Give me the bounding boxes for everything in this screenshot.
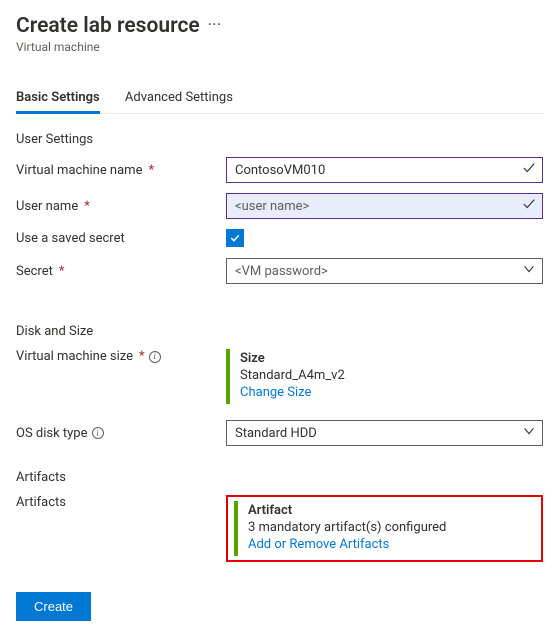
artifact-highlight: Artifact 3 mandatory artifact(s) configu… <box>226 495 543 562</box>
page-title: Create lab resource··· <box>16 14 543 38</box>
label-artifacts: Artifacts <box>16 495 226 510</box>
size-card-value: Standard_A4m_v2 <box>240 368 533 383</box>
tabs: Basic Settings Advanced Settings <box>16 84 543 114</box>
section-user-settings: User Settings <box>16 132 543 147</box>
section-disk-and-size: Disk and Size <box>16 324 543 339</box>
user-name-input[interactable]: <user name> <box>226 193 543 219</box>
chevron-down-icon <box>522 424 536 442</box>
tab-basic-settings[interactable]: Basic Settings <box>16 84 100 113</box>
vm-size-card: Size Standard_A4m_v2 Change Size <box>226 349 543 404</box>
label-os-disk-type: OS disk type i <box>16 426 226 441</box>
info-icon[interactable]: i <box>149 351 161 363</box>
artifact-card-title: Artifact <box>248 503 525 518</box>
label-user-name: User name* <box>16 199 226 214</box>
change-size-link[interactable]: Change Size <box>240 385 533 400</box>
label-vm-name: Virtual machine name* <box>16 163 226 178</box>
vm-name-input[interactable]: ContosoVM010 <box>226 157 543 183</box>
artifact-card: Artifact 3 mandatory artifact(s) configu… <box>234 501 535 556</box>
section-artifacts: Artifacts <box>16 470 543 485</box>
size-card-title: Size <box>240 351 533 366</box>
check-icon <box>522 197 536 215</box>
label-vm-size: Virtual machine size* i <box>16 349 226 364</box>
tab-advanced-settings[interactable]: Advanced Settings <box>125 84 233 113</box>
label-use-saved-secret: Use a saved secret <box>16 231 226 246</box>
info-icon[interactable]: i <box>92 427 104 439</box>
create-button[interactable]: Create <box>16 592 91 621</box>
secret-select[interactable]: <VM password> <box>226 258 543 284</box>
label-secret: Secret* <box>16 264 226 279</box>
os-disk-type-select[interactable]: Standard HDD <box>226 420 543 446</box>
add-remove-artifacts-link[interactable]: Add or Remove Artifacts <box>248 537 525 552</box>
more-icon[interactable]: ··· <box>208 17 222 33</box>
check-icon <box>522 161 536 179</box>
page-subtitle: Virtual machine <box>16 40 543 54</box>
use-saved-secret-checkbox[interactable] <box>226 229 244 247</box>
chevron-down-icon <box>522 262 536 280</box>
artifact-card-line: 3 mandatory artifact(s) configured <box>248 520 525 535</box>
